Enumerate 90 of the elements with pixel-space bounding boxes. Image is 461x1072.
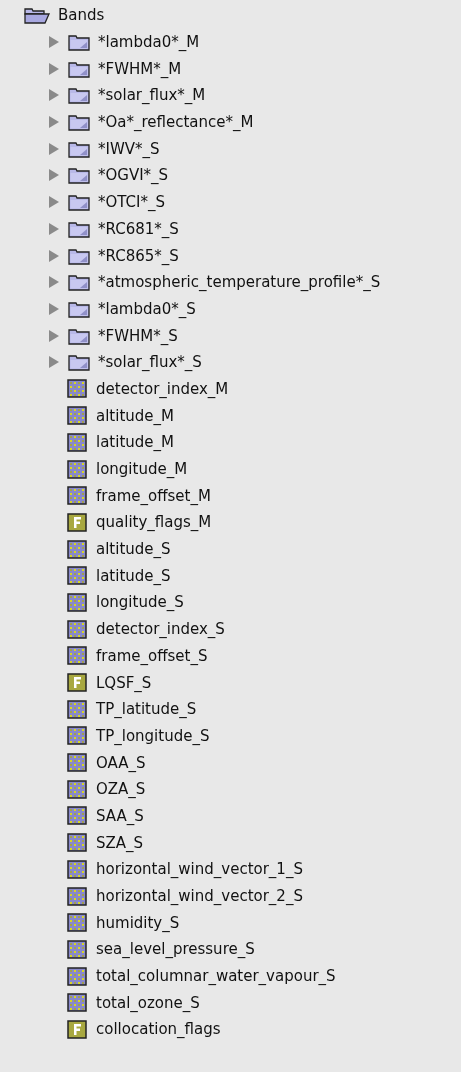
tree-item-label[interactable]: OAA_S — [96, 753, 146, 772]
raster-band-icon — [67, 486, 87, 506]
folder-icon — [68, 139, 90, 158]
folder-icon — [68, 166, 90, 185]
folder-icon — [68, 219, 90, 238]
tree-item-label[interactable]: total_ozone_S — [96, 993, 200, 1012]
tree-item-label[interactable]: quality_flags_M — [96, 513, 212, 532]
tree-item-label[interactable]: collocation_flags — [96, 1020, 221, 1039]
tree-item-label[interactable]: detector_index_S — [96, 620, 225, 639]
expand-toggle-icon[interactable] — [48, 61, 60, 76]
tree-item-label[interactable]: *OGVI*_S — [98, 166, 169, 185]
tree-item-label[interactable]: latitude_S — [96, 566, 171, 585]
tree-item-label[interactable]: SAA_S — [96, 806, 144, 825]
folder-icon — [68, 193, 90, 212]
folder-icon — [68, 246, 90, 265]
raster-band-icon — [67, 939, 87, 959]
raster-band-icon — [67, 646, 87, 666]
tree-item-label[interactable]: LQSF_S — [96, 673, 152, 692]
flag-band-icon — [67, 1019, 87, 1039]
tree-item-label[interactable]: *solar_flux*_S — [98, 353, 202, 372]
tree-item-label[interactable]: latitude_M — [96, 433, 174, 452]
tree-item-label[interactable]: altitude_S — [96, 540, 171, 559]
tree-item-label[interactable]: frame_offset_M — [96, 486, 211, 505]
raster-band-icon — [67, 432, 87, 452]
raster-band-icon — [67, 966, 87, 986]
tree-item-label[interactable]: OZA_S — [96, 780, 146, 799]
tree-item-label[interactable]: altitude_M — [96, 406, 174, 425]
expand-toggle-icon[interactable] — [48, 248, 60, 263]
tree-item-label[interactable]: TP_latitude_S — [96, 700, 197, 719]
expand-toggle-icon[interactable] — [48, 275, 60, 290]
tree-item-label[interactable]: frame_offset_S — [96, 646, 208, 665]
tree-item-label[interactable]: *lambda0*_M — [98, 33, 200, 52]
tree-item-label[interactable]: Bands — [58, 6, 105, 25]
tree-item-label[interactable]: *lambda0*_S — [98, 299, 196, 318]
raster-band-icon — [67, 779, 87, 799]
expand-toggle-icon[interactable] — [48, 328, 60, 343]
folder-icon — [68, 353, 90, 372]
raster-band-icon — [67, 806, 87, 826]
tree-item-label[interactable]: total_columnar_water_vapour_S — [96, 967, 336, 986]
raster-band-icon — [67, 833, 87, 853]
expand-toggle-icon[interactable] — [48, 301, 60, 316]
tree-item-label[interactable]: *OTCI*_S — [98, 193, 165, 212]
tree-item-label[interactable]: horizontal_wind_vector_1_S — [96, 860, 303, 879]
tree-item-label[interactable]: SZA_S — [96, 833, 144, 852]
expand-toggle-icon[interactable] — [48, 88, 60, 103]
raster-band-icon — [67, 539, 87, 559]
tree-item-label[interactable]: *solar_flux*_M — [98, 86, 206, 105]
expand-toggle-icon[interactable] — [48, 141, 60, 156]
tree-item-label[interactable]: *atmospheric_temperature_profile*_S — [98, 273, 381, 292]
raster-band-icon — [67, 726, 87, 746]
raster-band-icon — [67, 886, 87, 906]
expand-toggle-icon[interactable] — [48, 195, 60, 210]
expand-toggle-icon[interactable] — [48, 221, 60, 236]
flag-band-icon — [67, 512, 87, 532]
tree-item-label[interactable]: *FWHM*_S — [98, 326, 178, 345]
raster-band-icon — [67, 619, 87, 639]
tree-item-label[interactable]: *RC681*_S — [98, 219, 179, 238]
tree-item-label[interactable]: humidity_S — [96, 913, 180, 932]
tree-item-label[interactable]: horizontal_wind_vector_2_S — [96, 887, 303, 906]
tree-item-label[interactable]: longitude_M — [96, 460, 188, 479]
raster-band-icon — [67, 459, 87, 479]
raster-band-icon — [67, 566, 87, 586]
raster-band-icon — [67, 699, 87, 719]
folder-icon — [68, 59, 90, 78]
expand-toggle-icon[interactable] — [48, 168, 60, 183]
folder-icon — [68, 326, 90, 345]
folder-icon — [68, 273, 90, 292]
tree-item-label[interactable]: detector_index_M — [96, 379, 229, 398]
raster-band-icon — [67, 753, 87, 773]
tree-item-label[interactable]: *Oa*_reflectance*_M — [98, 113, 254, 132]
flag-band-icon — [67, 673, 87, 693]
raster-band-icon — [67, 379, 87, 399]
raster-band-icon — [67, 859, 87, 879]
expand-toggle-icon[interactable] — [48, 115, 60, 130]
folder-icon — [68, 33, 90, 52]
tree-item-label[interactable]: sea_level_pressure_S — [96, 940, 255, 959]
raster-band-icon — [67, 993, 87, 1013]
raster-band-icon — [67, 406, 87, 426]
folder-icon — [68, 113, 90, 132]
expand-toggle-icon[interactable] — [48, 355, 60, 370]
raster-band-icon — [67, 592, 87, 612]
tree-item-label[interactable]: *IWV*_S — [98, 139, 160, 158]
folder-icon — [68, 299, 90, 318]
folder-icon — [68, 86, 90, 105]
tree-item-label[interactable]: *RC865*_S — [98, 246, 179, 265]
tree-item-label[interactable]: TP_longitude_S — [96, 726, 210, 745]
raster-band-icon — [67, 913, 87, 933]
expand-toggle-icon[interactable] — [48, 35, 60, 50]
tree-item-label[interactable]: longitude_S — [96, 593, 184, 612]
tree-item-label[interactable]: *FWHM*_M — [98, 59, 182, 78]
